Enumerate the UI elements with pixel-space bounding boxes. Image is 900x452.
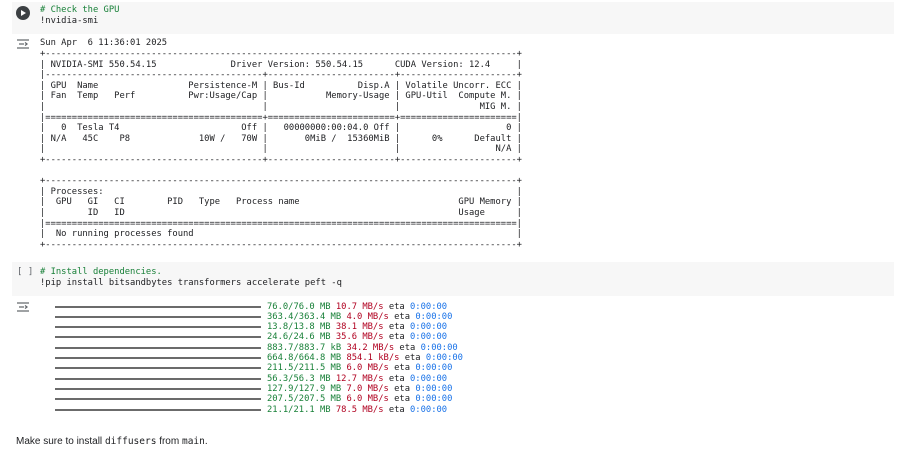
download-size: 664.8/664.8 MB [267, 353, 342, 363]
play-icon [21, 10, 26, 16]
eta-label: eta [399, 342, 416, 353]
download-size: 207.5/207.5 MB [267, 394, 342, 405]
progress-bar [55, 408, 261, 411]
progress-bar [55, 387, 261, 390]
eta-value: 0:00:00 [410, 332, 448, 343]
execution-count-bracket[interactable]: [ ] [17, 267, 33, 277]
eta-label: eta [388, 322, 405, 333]
progress-bar [55, 377, 261, 380]
progress-bar [55, 346, 261, 349]
eta-value: 0:00:00 [410, 301, 448, 312]
download-speed: 6.0 MB/s [346, 394, 389, 405]
progress-row: 883.7/883.7 kB 34.2 MB/s eta 0:00:00 [55, 343, 458, 353]
download-size: 13.8/13.8 MB [267, 322, 331, 333]
eta-value: 0:00:00 [410, 404, 448, 415]
download-size: 363.4/363.4 MB [267, 311, 342, 322]
code-command: !nvidia-smi [40, 16, 99, 26]
eta-value: 0:00:00 [420, 342, 458, 353]
run-cell-button[interactable] [16, 6, 30, 20]
eta-label: eta [394, 363, 411, 374]
progress-row: 76.0/76.0 MB 10.7 MB/s eta 0:00:00 [55, 302, 447, 312]
download-speed: 4.0 MB/s [346, 311, 389, 322]
code-cell-check-gpu[interactable]: # Check the GPU !nvidia-smi [12, 2, 894, 34]
output-toggle-icon[interactable] [16, 301, 30, 313]
progress-bar [55, 326, 261, 329]
text-suffix: . [204, 436, 208, 447]
progress-bar [55, 315, 261, 318]
progress-row: 127.9/127.9 MB 7.0 MB/s eta 0:00:00 [55, 384, 452, 394]
code-command: !pip install bitsandbytes transformers a… [40, 278, 342, 288]
text-prefix: Make sure to install [16, 436, 105, 447]
eta-label: eta [394, 383, 411, 394]
text-middle: from [156, 436, 182, 447]
progress-row: 363.4/363.4 MB 4.0 MB/s eta 0:00:00 [55, 312, 452, 322]
download-size: 211.5/211.5 MB [267, 363, 342, 374]
download-speed: 35.6 MB/s [335, 332, 384, 343]
eta-value: 0:00:00 [410, 322, 448, 333]
download-size: 127.9/127.9 MB [267, 383, 342, 394]
eta-value: 0:00:00 [415, 363, 453, 374]
download-speed: 6.0 MB/s [346, 363, 389, 374]
nvidia-smi-output: +---------------------------------------… [40, 49, 522, 250]
eta-value: 0:00:00 [415, 394, 453, 405]
eta-label: eta [388, 404, 405, 415]
progress-bar [55, 336, 261, 339]
download-speed: 854.1 kB/s [346, 353, 400, 363]
eta-label: eta [388, 373, 405, 384]
download-speed: 38.1 MB/s [335, 322, 384, 333]
download-size: 24.6/24.6 MB [267, 332, 331, 343]
code-editor[interactable]: # Check the GPU !nvidia-smi [40, 5, 119, 27]
download-size: 883.7/883.7 kB [267, 342, 342, 353]
progress-bar [55, 367, 261, 370]
progress-row: 21.1/21.1 MB 78.5 MB/s eta 0:00:00 [55, 405, 447, 415]
progress-row: 56.3/56.3 MB 12.7 MB/s eta 0:00:00 [55, 374, 447, 384]
download-size: 76.0/76.0 MB [267, 301, 331, 312]
download-speed: 10.7 MB/s [335, 301, 384, 312]
download-size: 21.1/21.1 MB [267, 404, 331, 415]
progress-row: 664.8/664.8 MB 854.1 kB/s eta 0:00:00 [55, 353, 463, 363]
download-speed: 78.5 MB/s [335, 404, 384, 415]
eta-label: eta [394, 394, 411, 405]
download-speed: 34.2 MB/s [346, 342, 395, 353]
download-size: 56.3/56.3 MB [267, 373, 331, 384]
markdown-text-cell[interactable]: Make sure to install diffusers from main… [16, 436, 208, 447]
eta-value: 0:00:00 [415, 311, 453, 322]
code-editor[interactable]: # Install dependencies. !pip install bit… [40, 267, 342, 289]
download-speed: 12.7 MB/s [335, 373, 384, 384]
output-timestamp: Sun Apr 6 11:36:01 2025 [40, 38, 168, 48]
progress-bar [55, 357, 261, 359]
progress-row: 207.5/207.5 MB 6.0 MB/s eta 0:00:00 [55, 394, 452, 404]
code-comment: # Check the GPU [40, 5, 120, 15]
progress-bar [55, 398, 261, 401]
eta-label: eta [388, 301, 405, 312]
progress-row: 13.8/13.8 MB 38.1 MB/s eta 0:00:00 [55, 322, 447, 332]
eta-value: 0:00:00 [415, 383, 453, 394]
progress-bar [55, 305, 261, 308]
eta-value: 0:00:00 [410, 373, 448, 384]
code-comment: # Install dependencies. [40, 267, 162, 277]
inline-code-branch: main [181, 436, 205, 447]
code-cell-install-deps[interactable]: [ ] # Install dependencies. !pip install… [12, 262, 894, 296]
eta-label: eta [394, 311, 411, 322]
progress-row: 24.6/24.6 MB 35.6 MB/s eta 0:00:00 [55, 332, 447, 342]
eta-label: eta [388, 332, 405, 343]
eta-value: 0:00:00 [425, 353, 463, 363]
download-speed: 7.0 MB/s [346, 383, 389, 394]
eta-label: eta [404, 353, 421, 363]
progress-row: 211.5/211.5 MB 6.0 MB/s eta 0:00:00 [55, 363, 452, 373]
output-toggle-icon[interactable] [16, 38, 30, 50]
inline-code-package: diffusers [104, 436, 157, 447]
